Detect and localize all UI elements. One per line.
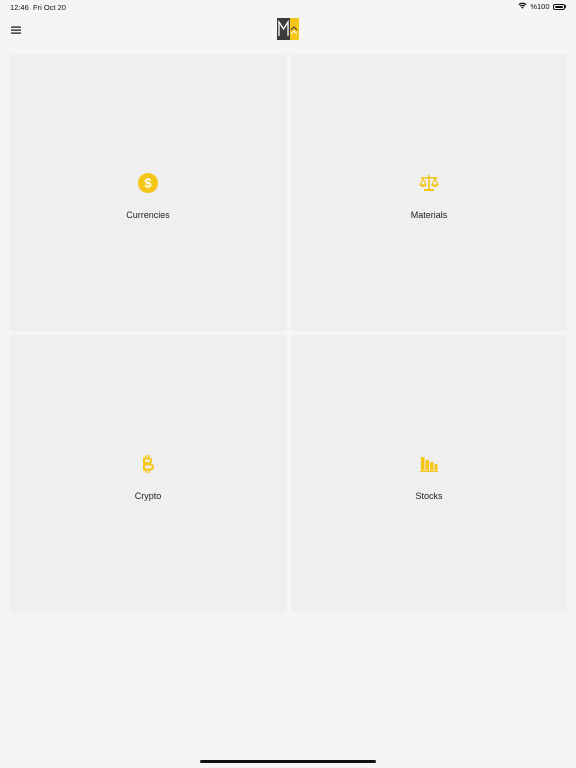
app-screen: 12:46 Fri Oct 20 %100 $ Currencies Mater…: [0, 0, 576, 768]
status-time: 12:46: [10, 3, 29, 12]
app-logo: [277, 18, 299, 40]
tile-label-currencies: Currencies: [126, 210, 170, 220]
category-grid: $ Currencies Materials Crypto Stocks: [10, 54, 567, 612]
dollar-coin-icon: $: [137, 172, 159, 194]
tile-stocks[interactable]: Stocks: [291, 335, 567, 612]
tile-materials[interactable]: Materials: [291, 54, 567, 331]
battery-tip: [564, 5, 566, 8]
balance-scale-icon: [418, 172, 440, 194]
tile-label-materials: Materials: [410, 210, 448, 220]
battery-level: [554, 5, 563, 8]
tile-crypto[interactable]: Crypto: [10, 335, 286, 612]
tile-currencies[interactable]: $ Currencies: [10, 54, 286, 331]
tile-label-stocks: Stocks: [415, 491, 443, 501]
bitcoin-icon: [137, 453, 159, 475]
wifi-icon: [518, 2, 527, 11]
battery-icon: [552, 3, 566, 10]
status-date: Fri Oct 20: [33, 3, 66, 12]
battery-percent: %100: [530, 2, 550, 11]
stock-bars-icon: [418, 453, 440, 475]
battery-body: [552, 3, 565, 10]
hamburger-menu-icon[interactable]: [10, 23, 22, 35]
status-indicators: %100: [518, 2, 566, 11]
svg-text:$: $: [144, 176, 152, 191]
status-bar: 12:46 Fri Oct 20 %100: [0, 0, 576, 14]
tile-label-crypto: Crypto: [134, 491, 162, 501]
home-indicator[interactable]: [200, 760, 376, 763]
nav-bar: [0, 14, 576, 48]
